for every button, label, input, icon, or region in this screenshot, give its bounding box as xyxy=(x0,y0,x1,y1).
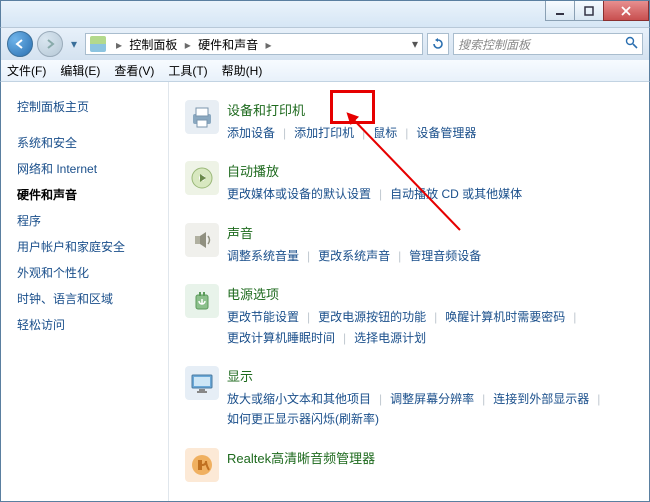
breadcrumb-part[interactable]: 硬件和声音 xyxy=(198,38,258,52)
section-sound: 声音调整系统音量|更改系统声音|管理音频设备 xyxy=(185,223,633,266)
menu-file[interactable]: 文件(F) xyxy=(7,62,46,79)
maximize-button[interactable] xyxy=(574,1,604,21)
section-display: 显示放大或缩小文本和其他项目|调整屏幕分辨率|连接到外部显示器|如何更正显示器闪… xyxy=(185,366,633,430)
window-titlebar xyxy=(0,0,650,28)
section-link[interactable]: 设备管理器 xyxy=(416,123,476,143)
section-link[interactable]: 鼠标 xyxy=(373,123,397,143)
monitor-icon xyxy=(185,366,219,400)
link-divider: | xyxy=(565,307,584,327)
section-link[interactable]: 更改系统声音 xyxy=(318,246,390,266)
sidebar-item[interactable]: 时钟、语言和区域 xyxy=(11,286,158,312)
section-link[interactable]: 调整屏幕分辨率 xyxy=(390,389,474,409)
section-title[interactable]: 声音 xyxy=(227,223,633,242)
link-divider: | xyxy=(474,389,493,409)
autoplay-icon xyxy=(185,161,219,195)
section-link[interactable]: 连接到外部显示器 xyxy=(493,389,589,409)
menu-help[interactable]: 帮助(H) xyxy=(222,62,263,79)
sidebar-item[interactable]: 轻松访问 xyxy=(11,312,158,338)
refresh-button[interactable] xyxy=(427,33,449,55)
section-link[interactable]: 选择电源计划 xyxy=(354,328,426,348)
section-link[interactable]: 管理音频设备 xyxy=(409,246,481,266)
menu-edit[interactable]: 编辑(E) xyxy=(60,62,100,79)
link-divider: | xyxy=(354,123,373,143)
search-icon[interactable] xyxy=(625,36,638,52)
realtek-icon xyxy=(185,448,219,482)
link-divider: | xyxy=(390,246,409,266)
section-title[interactable]: 设备和打印机 xyxy=(227,100,633,119)
link-divider: | xyxy=(335,328,354,348)
address-bar-row: ▾ ▸ 控制面板 ▸ 硬件和声音 ▸ ▾ 搜索控制面板 xyxy=(0,28,650,60)
section-power: 电源选项更改节能设置|更改电源按钮的功能|唤醒计算机时需要密码|更改计算机睡眠时… xyxy=(185,284,633,348)
address-bar[interactable]: ▸ 控制面板 ▸ 硬件和声音 ▸ ▾ xyxy=(85,33,423,55)
control-panel-icon xyxy=(90,36,106,52)
section-link[interactable]: 放大或缩小文本和其他项目 xyxy=(227,389,371,409)
section-link[interactable]: 更改电源按钮的功能 xyxy=(318,307,426,327)
back-button[interactable] xyxy=(7,31,33,57)
section-link[interactable]: 唤醒计算机时需要密码 xyxy=(445,307,565,327)
section-link[interactable]: 如何更正显示器闪烁(刷新率) xyxy=(227,409,379,429)
sidebar: 控制面板主页系统和安全网络和 Internet硬件和声音程序用户帐户和家庭安全外… xyxy=(1,82,169,501)
forward-button[interactable] xyxy=(37,31,63,57)
sidebar-item[interactable]: 程序 xyxy=(11,208,158,234)
sidebar-item[interactable]: 系统和安全 xyxy=(11,130,158,156)
menu-tools[interactable]: 工具(T) xyxy=(168,62,207,79)
breadcrumb[interactable]: ▸ 控制面板 ▸ 硬件和声音 ▸ xyxy=(112,36,276,53)
sidebar-item[interactable]: 硬件和声音 xyxy=(11,182,158,208)
menu-view[interactable]: 查看(V) xyxy=(114,62,154,79)
power-icon xyxy=(185,284,219,318)
section-title[interactable]: 自动播放 xyxy=(227,161,633,180)
body: 控制面板主页系统和安全网络和 Internet硬件和声音程序用户帐户和家庭安全外… xyxy=(0,82,650,502)
link-divider: | xyxy=(371,389,390,409)
minimize-button[interactable] xyxy=(545,1,575,21)
section-title[interactable]: Realtek高清晰音频管理器 xyxy=(227,448,633,467)
section-link[interactable]: 更改节能设置 xyxy=(227,307,299,327)
section-devices: 设备和打印机添加设备|添加打印机|鼠标|设备管理器 xyxy=(185,100,633,143)
breadcrumb-part[interactable]: 控制面板 xyxy=(129,38,177,52)
section-link[interactable]: 调整系统音量 xyxy=(227,246,299,266)
section-link[interactable]: 添加打印机 xyxy=(294,123,354,143)
speaker-icon xyxy=(185,223,219,257)
menu-bar: 文件(F) 编辑(E) 查看(V) 工具(T) 帮助(H) xyxy=(0,60,650,82)
content-pane: 设备和打印机添加设备|添加打印机|鼠标|设备管理器自动播放更改媒体或设备的默认设… xyxy=(169,82,649,501)
link-divider: | xyxy=(371,184,390,204)
section-title[interactable]: 显示 xyxy=(227,366,633,385)
sidebar-item[interactable]: 网络和 Internet xyxy=(11,156,158,182)
section-realtek: Realtek高清晰音频管理器 xyxy=(185,448,633,482)
section-link[interactable]: 自动播放 CD 或其他媒体 xyxy=(390,184,522,204)
address-dropdown[interactable]: ▾ xyxy=(412,37,418,51)
sidebar-item[interactable]: 外观和个性化 xyxy=(11,260,158,286)
sidebar-item[interactable]: 控制面板主页 xyxy=(11,94,158,120)
search-input[interactable]: 搜索控制面板 xyxy=(453,33,643,55)
close-button[interactable] xyxy=(603,1,649,21)
link-divider: | xyxy=(589,389,608,409)
section-title[interactable]: 电源选项 xyxy=(227,284,633,303)
link-divider: | xyxy=(299,307,318,327)
nav-history-dropdown[interactable]: ▾ xyxy=(67,37,81,51)
sidebar-item[interactable]: 用户帐户和家庭安全 xyxy=(11,234,158,260)
section-autoplay: 自动播放更改媒体或设备的默认设置|自动播放 CD 或其他媒体 xyxy=(185,161,633,204)
search-placeholder: 搜索控制面板 xyxy=(458,36,530,53)
section-link[interactable]: 更改计算机睡眠时间 xyxy=(227,328,335,348)
link-divider: | xyxy=(397,123,416,143)
printer-icon xyxy=(185,100,219,134)
section-link[interactable]: 更改媒体或设备的默认设置 xyxy=(227,184,371,204)
link-divider: | xyxy=(299,246,318,266)
link-divider: | xyxy=(426,307,445,327)
section-link[interactable]: 添加设备 xyxy=(227,123,275,143)
link-divider: | xyxy=(275,123,294,143)
